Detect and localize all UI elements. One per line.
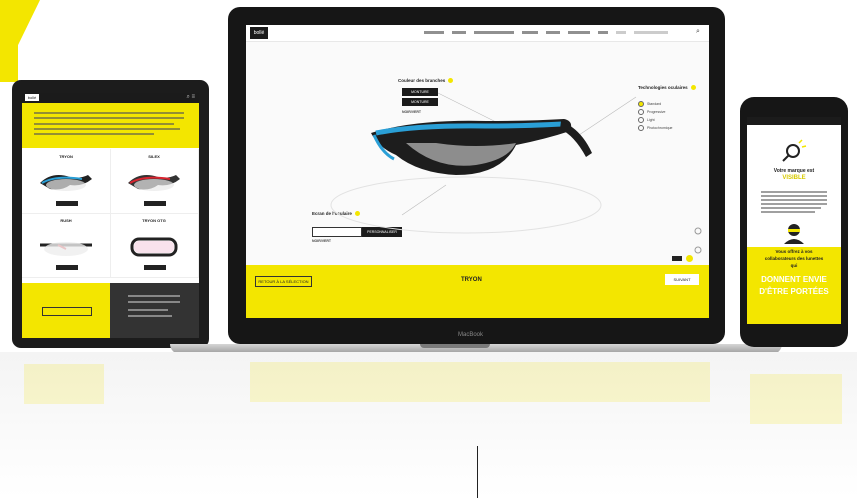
laptop-screen: bollé ⌕ Couleur des branches MONTURE MON… [246, 25, 709, 318]
corner-accent-slant [0, 0, 40, 82]
back-button[interactable]: RETOUR À LA SÉLECTION [255, 276, 312, 287]
product-name: SILEX [148, 154, 160, 159]
phone-callout: DONNENT ENVIE [761, 275, 827, 284]
product-button[interactable] [144, 265, 166, 270]
tablet-footer-info [110, 283, 199, 338]
tablet-footer-cta [22, 283, 110, 338]
glasses-image [40, 242, 92, 256]
footer-button[interactable] [42, 307, 92, 316]
magnifier-icon [782, 139, 807, 162]
product-button[interactable] [56, 265, 78, 270]
next-button[interactable]: SUIVANT [665, 274, 699, 285]
product-name: TRYON OTG [142, 218, 166, 223]
product-button[interactable] [144, 201, 166, 206]
tablet-header: bollé ⌕ ≡ [22, 93, 199, 103]
glasses-image [40, 175, 92, 191]
tablet-device: bollé ⌕ ≡ TRYON SILEX RUSH TRYON OTG [12, 80, 209, 348]
phone-header [747, 117, 841, 125]
floor-reflection [0, 352, 857, 498]
zoom-control[interactable] [672, 256, 682, 261]
laptop-brand: MacBook [458, 332, 484, 338]
phone-yellow-section: Vous offrez à vos collaborateurs des lun… [747, 247, 841, 324]
product-card[interactable]: TRYON OTG [110, 213, 199, 278]
phone-screen: Votre marque est VISIBLE Vous offrez à v… [747, 117, 841, 324]
tablet-screen: bollé ⌕ ≡ TRYON SILEX RUSH TRYON OTG [22, 93, 199, 338]
product-name: TRYON [59, 154, 73, 159]
divider-line [477, 446, 478, 498]
glasses-illustration [330, 92, 702, 254]
product-card[interactable]: SILEX [110, 149, 199, 214]
phone-subline: collaborateurs des lunettes [764, 256, 824, 261]
tablet-intro-banner [22, 103, 199, 148]
product-title: TRYON [461, 277, 482, 283]
tablet-product-grid: TRYON SILEX RUSH TRYON OTG [22, 149, 199, 279]
phone-callout: D'ÊTRE PORTÉES [759, 287, 829, 296]
glasses-image [130, 237, 178, 257]
phone-subline: Vous offrez à vos [775, 249, 813, 254]
product-card[interactable]: TRYON [22, 149, 111, 214]
search-icon[interactable]: ⌕ ≡ [186, 94, 195, 101]
phone-headline: Votre marque est [773, 168, 815, 174]
product-card[interactable]: RUSH [22, 213, 111, 278]
phone-headline-highlight: VISIBLE [782, 175, 806, 181]
phone-subline: qui [790, 263, 798, 268]
product-name: RUSH [60, 218, 72, 223]
glasses-image [128, 175, 180, 191]
next-dot[interactable] [686, 255, 693, 262]
configurator-footer: RETOUR À LA SÉLECTION TRYON SUIVANT [246, 265, 709, 318]
laptop-notch [420, 344, 490, 348]
tablet-logo[interactable]: bollé [25, 94, 39, 101]
product-button[interactable] [56, 201, 78, 206]
person-icon [784, 224, 804, 244]
